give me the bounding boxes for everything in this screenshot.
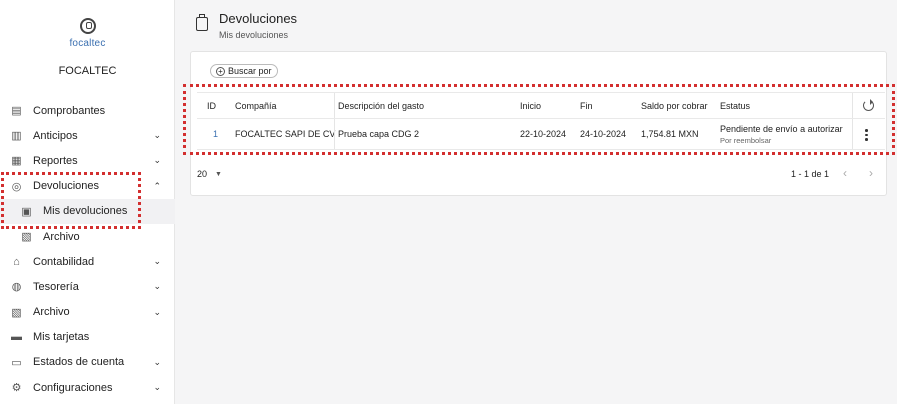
row-company: FOCALTEC SAPI DE CV xyxy=(235,129,336,139)
row-id-link[interactable]: 1 xyxy=(213,119,218,149)
column-header-end[interactable]: Fin xyxy=(580,93,593,118)
brand-logo: focaltec xyxy=(0,18,175,49)
chevron-down-icon: ⌄ xyxy=(153,155,161,166)
sidebar-item-devoluciones[interactable]: ◎ Devoluciones ⌃ xyxy=(0,174,175,199)
column-divider xyxy=(852,119,853,149)
sidebar-item-configuraciones[interactable]: ⚙ Configuraciones ⌄ xyxy=(0,375,175,400)
table-row[interactable]: 1 FOCALTEC SAPI DE CV Prueba capa CDG 2 … xyxy=(197,119,885,150)
chevron-down-icon: ⌄ xyxy=(153,281,161,292)
sidebar-item-label: Reportes xyxy=(33,154,78,167)
page-title: Devoluciones xyxy=(219,11,298,26)
piggy-bank-icon: ◍ xyxy=(11,281,22,294)
receipt-icon: ▤ xyxy=(11,105,22,118)
column-header-status[interactable]: Estatus xyxy=(720,93,750,118)
column-header-company[interactable]: Compañía xyxy=(235,93,277,118)
column-header-balance[interactable]: Saldo por cobrar xyxy=(641,93,708,118)
sidebar-item-label: Anticipos xyxy=(33,129,78,142)
next-page-icon[interactable]: › xyxy=(869,166,873,180)
more-options-icon[interactable] xyxy=(865,129,868,141)
dropdown-arrow-icon: ▼ xyxy=(215,170,222,178)
returns-card: + Buscar por ID Compañía Descripción del… xyxy=(190,51,887,196)
logo-text: focaltec xyxy=(69,38,106,49)
company-name: FOCALTEC xyxy=(58,65,117,77)
sidebar-item-mis-devoluciones[interactable]: ▣ Mis devoluciones xyxy=(0,198,175,224)
column-header-start[interactable]: Inicio xyxy=(520,93,541,118)
sidebar-item-label: Tesorería xyxy=(33,280,79,293)
search-by-button[interactable]: + Buscar por xyxy=(210,64,278,78)
card-icon: ▬ xyxy=(11,331,22,344)
column-divider xyxy=(334,119,335,149)
chevron-up-icon: ⌃ xyxy=(153,180,161,191)
page-size-value: 20 xyxy=(197,169,208,179)
status-text: Pendiente de envío a autorizar xyxy=(720,123,843,134)
sidebar-item-contabilidad[interactable]: ⌂ Contabilidad ⌄ xyxy=(0,249,175,274)
table-footer: 20 ▼ 1 - 1 de 1 ‹ › xyxy=(197,165,885,187)
sidebar-item-archivo-sub[interactable]: ▧ Archivo xyxy=(0,224,175,249)
row-balance: 1,754.81 MXN xyxy=(641,129,699,139)
sidebar: focaltec FOCALTEC ▤ Comprobantes ▥ Antic… xyxy=(0,0,175,404)
refresh-icon[interactable] xyxy=(863,99,874,111)
row-start-date: 22-10-2024 xyxy=(520,129,567,139)
logo-mark-icon xyxy=(79,18,96,34)
bank-icon: ⌂ xyxy=(13,255,20,268)
report-icon: ▦ xyxy=(11,155,22,168)
sidebar-item-label: Mis devoluciones xyxy=(43,205,128,218)
clipboard-icon xyxy=(196,14,208,31)
sidebar-item-label: Contabilidad xyxy=(33,255,95,268)
column-header-id[interactable]: ID xyxy=(207,93,216,118)
returns-icon: ◎ xyxy=(11,180,22,193)
column-divider xyxy=(852,93,853,118)
clipboard-icon: ▣ xyxy=(21,205,32,218)
column-header-description[interactable]: Descripción del gasto xyxy=(338,93,424,118)
archive-icon: ▧ xyxy=(21,231,32,244)
chevron-down-icon: ⌄ xyxy=(153,130,161,141)
search-by-label: Buscar por xyxy=(228,66,272,76)
sidebar-item-label: Mis tarjetas xyxy=(33,331,90,344)
chevron-down-icon: ⌄ xyxy=(153,356,161,367)
sidebar-item-label: Devoluciones xyxy=(33,180,100,193)
pagination-range: 1 - 1 de 1 xyxy=(790,169,829,179)
sidebar-item-tesoreria[interactable]: ◍ Tesorería ⌄ xyxy=(0,274,175,299)
document-icon: ▥ xyxy=(11,130,22,143)
sidebar-nav: ▤ Comprobantes ▥ Anticipos ⌄ ▦ Reportes … xyxy=(0,98,175,400)
chevron-down-icon: ⌄ xyxy=(153,256,161,267)
sidebar-item-archivo[interactable]: ▧ Archivo ⌄ xyxy=(0,300,175,325)
sidebar-item-estados-de-cuenta[interactable]: ▭ Estados de cuenta ⌄ xyxy=(0,350,175,375)
page-subtitle: Mis devoluciones xyxy=(219,30,289,40)
sidebar-item-label: Configuraciones xyxy=(33,381,113,394)
archive-icon: ▧ xyxy=(11,306,22,319)
add-circle-icon: + xyxy=(216,66,225,76)
sidebar-item-label: Archivo xyxy=(43,230,80,243)
column-divider xyxy=(334,93,335,118)
table-header: ID Compañía Descripción del gasto Inicio… xyxy=(197,92,885,119)
gear-icon: ⚙ xyxy=(11,382,22,395)
sidebar-item-label: Comprobantes xyxy=(33,104,106,117)
sidebar-item-reportes[interactable]: ▦ Reportes ⌄ xyxy=(0,148,175,173)
statement-icon: ▭ xyxy=(11,356,22,369)
status-subtext: Por reembolsar xyxy=(720,135,772,145)
row-end-date: 24-10-2024 xyxy=(580,129,627,139)
chevron-down-icon: ⌄ xyxy=(153,306,161,317)
sidebar-item-label: Estados de cuenta xyxy=(33,356,125,369)
chevron-down-icon: ⌄ xyxy=(153,382,161,393)
previous-page-icon[interactable]: ‹ xyxy=(843,166,847,180)
page-size-select[interactable]: 20 ▼ xyxy=(197,169,222,179)
sidebar-item-comprobantes[interactable]: ▤ Comprobantes xyxy=(0,98,175,123)
row-status: Pendiente de envío a autorizar Por reemb… xyxy=(720,119,843,149)
sidebar-item-label: Archivo xyxy=(33,306,70,319)
row-description: Prueba capa CDG 2 xyxy=(338,129,420,139)
sidebar-item-anticipos[interactable]: ▥ Anticipos ⌄ xyxy=(0,123,175,148)
sidebar-item-mis-tarjetas[interactable]: ▬ Mis tarjetas xyxy=(0,325,175,350)
